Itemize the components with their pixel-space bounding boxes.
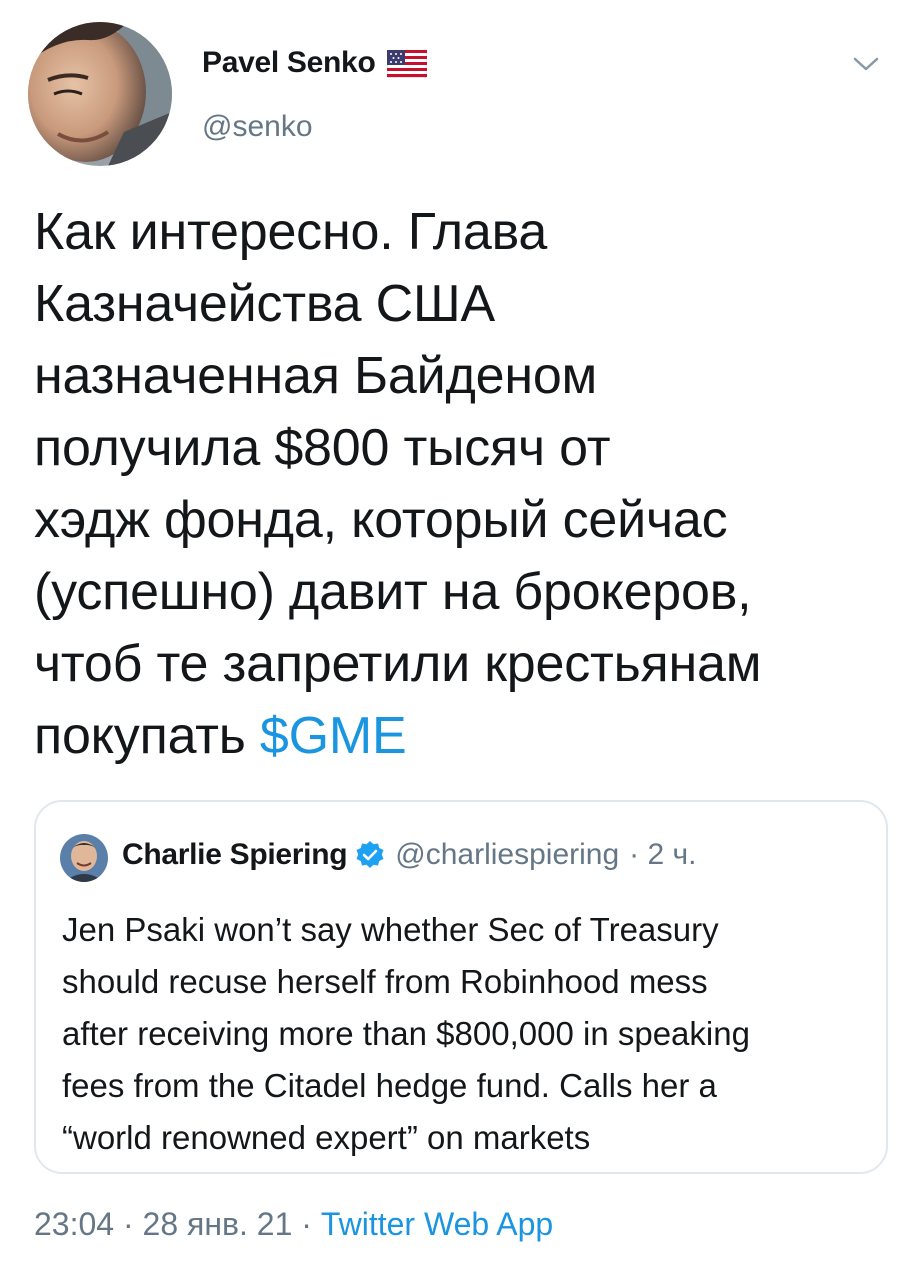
author-display-name[interactable]: Pavel Senko (202, 46, 376, 80)
tweet-text-line: Казначейства США (34, 275, 495, 333)
tweet-text-line: получила $800 тысяч от (34, 419, 611, 477)
quoted-tweet-card[interactable]: Charlie Spiering @charliespiering · 2 ч.… (34, 800, 888, 1174)
tweet-text-line: назначенная Байденом (34, 347, 598, 405)
tweet-footer: 23:04 · 28 янв. 21 · Twitter Web App (34, 1206, 553, 1243)
quoted-text-line: fees from the Citadel hedge fund. Calls … (62, 1067, 717, 1104)
tweet-text-line: покупать (34, 707, 260, 765)
tweet-text-last-line: покупать $GME (34, 700, 894, 772)
footer-separator: · (122, 1206, 134, 1242)
quoted-author-avatar[interactable] (60, 834, 108, 882)
author-name[interactable]: Pavel Senko (202, 46, 428, 80)
quoted-author-name[interactable]: Charlie Spiering (122, 838, 348, 872)
us-flag-icon (386, 49, 428, 79)
verified-badge-icon (355, 840, 385, 870)
quoted-tweet-text: Jen Psaki won’t say whether Sec of Treas… (62, 904, 872, 1164)
tweet-date[interactable]: 28 янв. 21 (143, 1206, 293, 1242)
footer-separator: · (301, 1206, 312, 1242)
tweet-detail: Pavel Senko @senko Как интересно. Глава … (0, 0, 920, 1280)
quoted-text-line: Jen Psaki won’t say whether Sec of Treas… (62, 911, 719, 948)
tweet-text: Как интересно. Глава Казначейства США на… (34, 196, 894, 772)
tweet-text-line: (успешно) давит на брокеров, (34, 563, 752, 621)
author-avatar[interactable] (28, 22, 172, 166)
chevron-down-icon[interactable] (852, 54, 880, 74)
tweet-time[interactable]: 23:04 (34, 1206, 114, 1242)
quoted-text-line: should recuse herself from Robinhood mes… (62, 963, 708, 1000)
tweet-text-line: хэдж фонда, который сейчас (34, 491, 728, 549)
tweet-text-line: Как интересно. Глава (34, 203, 548, 261)
quoted-text-line: after receiving more than $800,000 in sp… (62, 1015, 750, 1052)
author-handle[interactable]: @senko (202, 110, 313, 144)
cashtag-link[interactable]: $GME (260, 707, 407, 765)
quoted-tweet-time: · 2 ч. (629, 838, 697, 871)
quoted-text-line: “world renowned expert” on markets (62, 1119, 591, 1156)
tweet-source-link[interactable]: Twitter Web App (321, 1206, 553, 1242)
quoted-author-handle[interactable]: @charliespiering (395, 838, 619, 872)
tweet-text-line: чтоб те запретили крестьянам (34, 635, 762, 693)
quoted-tweet-header: Charlie Spiering @charliespiering · 2 ч. (122, 838, 696, 872)
